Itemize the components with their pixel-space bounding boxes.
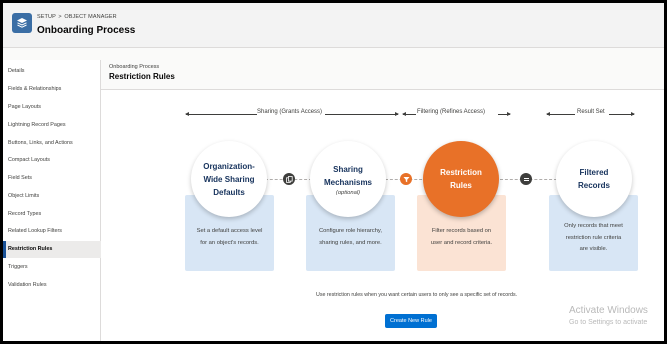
step-description-line: Only records that meet [564,223,623,229]
sidebar-item-fields-relationships[interactable]: Fields & Relationships [3,81,101,98]
result-arrow-left [546,112,575,116]
sharing-arrow-right [325,112,399,116]
sidebar-item-restriction-rules[interactable]: Restriction Rules [3,241,101,258]
step-title-line: Rules [450,181,472,190]
step-title-line: Filtered [579,168,609,177]
sidebar: Details Fields & Relationships Page Layo… [3,60,101,341]
sidebar-item-buttons-links-actions[interactable]: Buttons, Links, and Actions [3,135,101,152]
step-description-line: sharing rules, and more. [319,239,382,246]
watermark-line-1: Activate Windows [569,305,648,316]
breadcrumb-setup[interactable]: SETUP [37,14,56,20]
step-title: Filtered Records [578,166,610,192]
stage-label-filtering: Filtering (Refines Access) [417,109,486,115]
step-description-line: Filter records based on [431,228,492,234]
filtering-arrow-left [402,112,416,116]
breadcrumb-object-manager[interactable]: OBJECT MANAGER [64,14,116,20]
app-frame: SETUP > OBJECT MANAGER Onboarding Proces… [3,3,664,341]
step-title-line: Mechanisms [323,177,373,187]
sidebar-item-page-layouts[interactable]: Page Layouts [3,99,101,116]
sidebar-item-field-sets[interactable]: Field Sets [3,170,101,187]
step-description-line: are visible. [579,246,608,252]
layers-icon [12,13,32,33]
content-header: Onboarding Process Restriction Rules [101,60,664,90]
step-title-line: Sharing [333,164,363,174]
page-title: Onboarding Process [37,25,136,36]
step-description-line: for an object's records. [200,239,259,246]
stage-label-result: Result Set [577,109,605,115]
sidebar-item-record-types[interactable]: Record Types [3,206,101,223]
copy-icon [283,173,295,185]
step-description-line: user and record criteria. [430,239,493,246]
sidebar-item-compact-layouts[interactable]: Compact Layouts [3,152,101,169]
sharing-arrow-left [185,112,257,116]
step-title: Organization- Wide Sharing Defaults [203,160,255,199]
sidebar-item-triggers[interactable]: Triggers [3,259,101,276]
step-subtitle: (optional) [335,189,361,196]
filtering-arrow-right [498,112,511,116]
step-circle-sharing-mechanisms: Sharing Mechanisms (optional) [310,141,386,217]
page-header: SETUP > OBJECT MANAGER Onboarding Proces… [3,3,664,48]
activate-windows-watermark: Activate Windows Go to Settings to activ… [569,305,648,326]
step-circle-restriction-rules: Restriction Rules [423,141,499,217]
sidebar-item-object-limits[interactable]: Object Limits [3,188,101,205]
stage-label-sharing: Sharing (Grants Access) [257,109,323,115]
step-circle-filtered-records: Filtered Records [556,141,632,217]
step-title: Sharing Mechanisms [324,163,372,189]
filter-icon [400,173,412,185]
sidebar-item-related-lookup-filters[interactable]: Related Lookup Filters [3,223,101,240]
breadcrumb-separator: > [58,14,62,20]
create-new-rule-button[interactable]: Create New Rule [385,314,437,328]
restriction-rules-hint: Use restriction rules when you want cert… [316,292,518,298]
step-circle-org-wide-defaults: Organization- Wide Sharing Defaults [191,141,267,217]
step-title: Restriction Rules [440,166,482,192]
sidebar-item-details[interactable]: Details [3,63,101,80]
step-description-line: restriction rule criteria [565,234,622,241]
step-title-line: Restriction [440,168,482,177]
watermark-line-2: Go to Settings to activate [569,319,648,326]
step-description: Configure role hierarchy, sharing rules,… [310,226,391,249]
step-title-line: Defaults [213,187,245,197]
content-subtitle: Onboarding Process [109,64,160,70]
equals-icon [520,173,532,185]
step-description: Filter records based on user and record … [421,226,502,249]
step-description: Set a default access level for an object… [189,226,270,249]
header-spacer [3,48,664,60]
step-description-line: Configure role hierarchy, [318,228,383,234]
step-title-line: Organization- [203,161,255,171]
step-title-line: Wide Sharing [203,174,255,184]
breadcrumb: SETUP > OBJECT MANAGER [37,14,117,20]
content-title: Restriction Rules [109,72,175,81]
step-title-line: Records [577,181,610,190]
sidebar-item-lightning-record-pages[interactable]: Lightning Record Pages [3,117,101,134]
sidebar-item-validation-rules[interactable]: Validation Rules [3,277,101,294]
step-description-line: Set a default access level [196,228,263,234]
step-description: Only records that meet restriction rule … [553,221,634,256]
result-arrow-right [609,112,635,116]
